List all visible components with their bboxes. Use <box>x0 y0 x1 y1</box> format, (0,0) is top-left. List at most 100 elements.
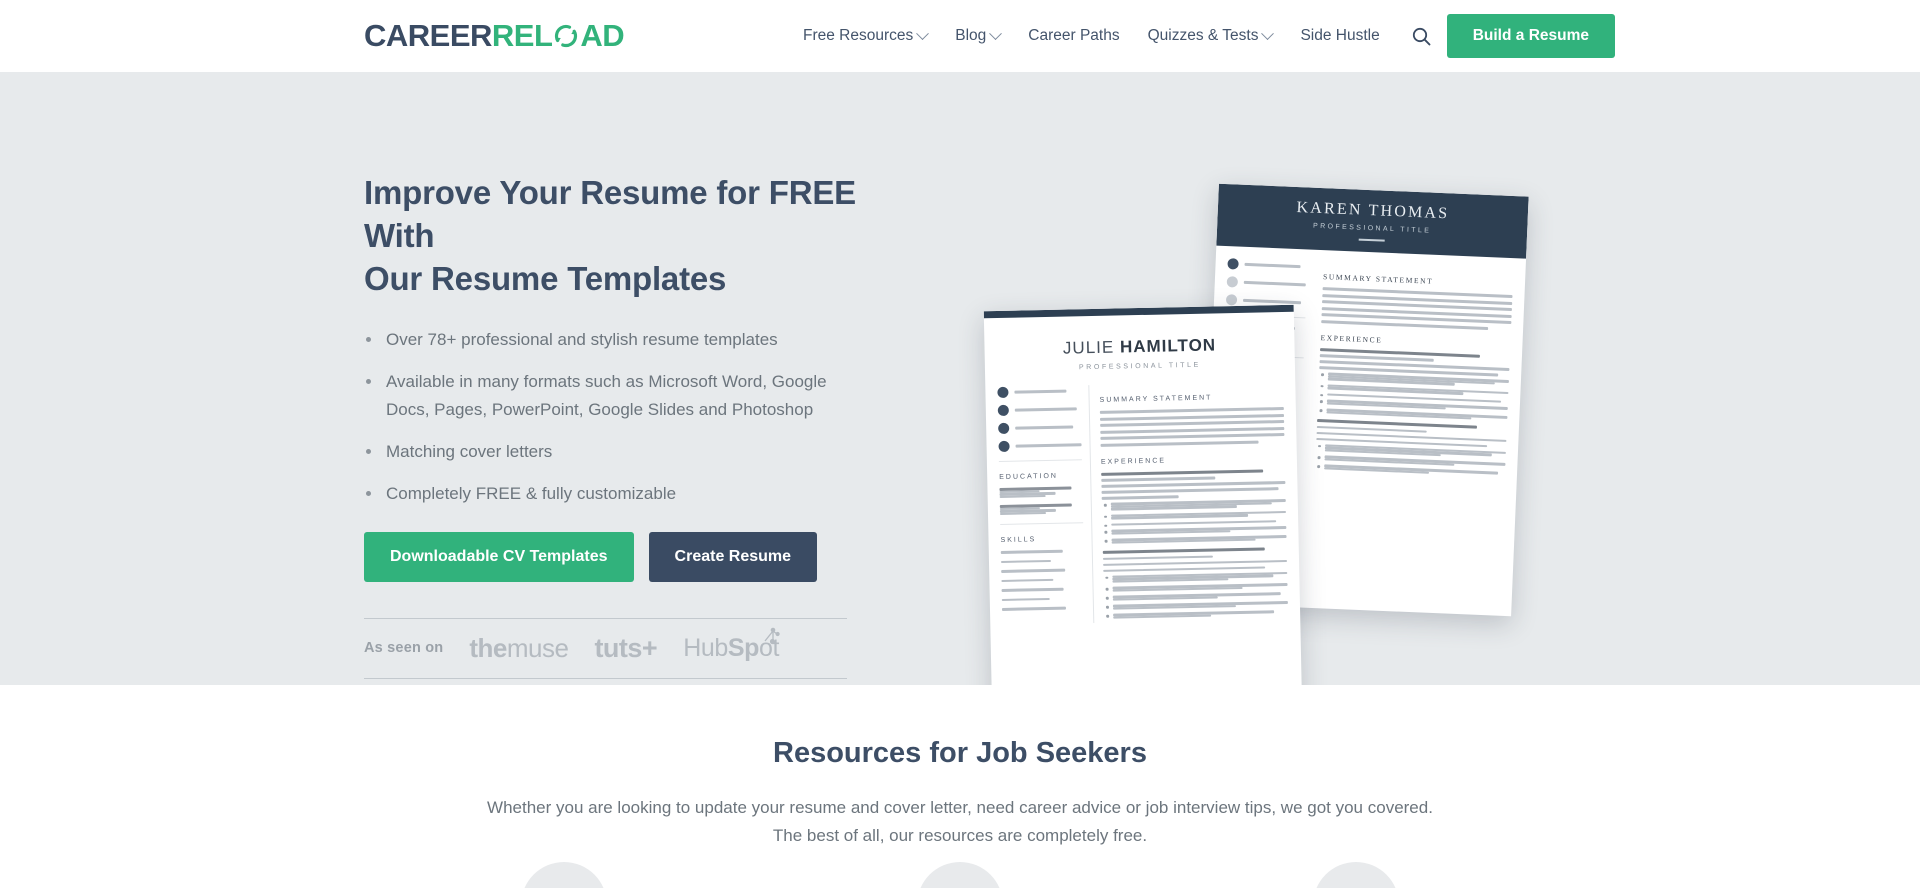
resume-body: EDUCATION SKILLS SUMMARY STATEMENT EXPER… <box>985 381 1300 626</box>
job-entry <box>1102 547 1288 572</box>
skill-item <box>1001 578 1084 582</box>
logo-text-ad: AD <box>580 18 625 53</box>
nav-label: Side Hustle <box>1300 27 1380 44</box>
location-icon <box>1225 294 1238 306</box>
header-container: CAREER REL AD Free Resources Blog Career P… <box>0 14 1920 58</box>
nav-item-quizzes-tests[interactable]: Quizzes & Tests <box>1134 26 1287 45</box>
resume-job-title: PROFESSIONAL TITLE <box>1078 361 1201 372</box>
job-bullets <box>1315 443 1506 476</box>
site-logo[interactable]: CAREER REL AD <box>364 18 625 54</box>
site-header: CAREER REL AD Free Resources Blog Career P… <box>0 0 1920 72</box>
phone-icon <box>997 386 1009 399</box>
resume-top-bar <box>983 304 1294 319</box>
hubspot-sp: Sp <box>727 633 760 662</box>
resource-icon-row <box>0 862 1920 888</box>
education-entry <box>999 503 1083 515</box>
logo-text-career: CAREER <box>364 18 492 53</box>
nav-item-free-resources[interactable]: Free Resources <box>789 26 941 45</box>
contact-row <box>998 421 1081 435</box>
bullet <box>1113 610 1288 619</box>
section-heading: EXPERIENCE <box>1100 457 1167 466</box>
bullet <box>1111 526 1287 535</box>
logo-text-rel: REL <box>491 18 553 53</box>
resume-name: KAREN THOMAS <box>1296 198 1450 222</box>
bullet <box>1112 600 1288 610</box>
job-entry <box>1101 468 1286 500</box>
bullet <box>1111 519 1286 526</box>
resume-divider <box>1358 238 1385 242</box>
themuse-bold: the <box>469 632 507 663</box>
bullet <box>1112 571 1288 583</box>
themuse-logo: the muse <box>469 632 569 664</box>
nav-item-side-hustle[interactable]: Side Hustle <box>1286 27 1393 45</box>
hero-content: Improve Your Resume for FREE With Our Re… <box>364 172 864 679</box>
section-heading: SKILLS <box>1000 536 1037 544</box>
bullet <box>1110 499 1286 511</box>
downloadable-cv-templates-button[interactable]: Downloadable CV Templates <box>364 531 634 582</box>
section-heading: SUMMARY STATEMENT <box>1099 394 1213 404</box>
as-seen-on-bar: As seen on the muse tuts+ Hub Sp ot <box>364 617 847 679</box>
section-heading: EXPERIENCE <box>1320 332 1383 345</box>
contact-text <box>1014 389 1067 394</box>
resume-first-name: JULIE <box>1062 337 1121 358</box>
location-icon <box>998 422 1010 435</box>
resume-preview-julie-hamilton[interactable]: JULIE HAMILTON PROFESSIONAL TITLE EDUCAT… <box>983 304 1303 685</box>
skill-item <box>1001 568 1084 573</box>
contact-text <box>1015 425 1074 430</box>
nav-label: Blog <box>955 27 987 44</box>
create-resume-button[interactable]: Create Resume <box>648 531 818 582</box>
resources-section: Resources for Job Seekers Whether you ar… <box>0 685 1920 888</box>
nav-label: Quizzes & Tests <box>1147 27 1259 44</box>
hero-title-line-2: Our Resume Templates <box>364 259 727 297</box>
hero-title-line-1: Improve Your Resume for FREE With <box>364 174 856 254</box>
resources-title: Resources for Job Seekers <box>773 737 1147 769</box>
themuse-light: muse <box>506 632 569 663</box>
resume-job-title: PROFESSIONAL TITLE <box>1312 222 1432 235</box>
email-icon <box>1226 276 1239 288</box>
search-icon[interactable] <box>1394 27 1447 46</box>
resume-sidebar: EDUCATION SKILLS <box>985 385 1095 626</box>
summary-paragraph <box>1321 287 1513 330</box>
skill-item <box>1001 597 1085 601</box>
hero-feature-list: Over 78+ professional and stylish resume… <box>364 326 864 508</box>
nav-item-blog[interactable]: Blog <box>941 26 1014 45</box>
resource-icon-circle[interactable] <box>521 862 607 888</box>
hubspot-logo: Hub Sp ot <box>683 627 780 663</box>
contact-text <box>1244 262 1301 269</box>
list-item: Over 78+ professional and stylish resume… <box>364 326 864 354</box>
resume-main-column: SUMMARY STATEMENT EXPERIENCE <box>1089 381 1300 623</box>
hubspot-hub: Hub <box>683 633 728 662</box>
list-item: Available in many formats such as Micros… <box>364 368 864 424</box>
contact-text <box>1014 407 1077 412</box>
recycle-loop-icon <box>553 23 579 49</box>
nav-label: Free Resources <box>802 27 914 44</box>
job-entry <box>1319 347 1510 377</box>
resources-subtitle-line-1: Whether you are looking to update your r… <box>487 798 1433 817</box>
hero-cta-group: Downloadable CV Templates Create Resume <box>364 531 864 582</box>
section-heading: SUMMARY STATEMENT <box>1322 272 1434 286</box>
resource-icon-circle[interactable] <box>917 862 1003 888</box>
linkedin-icon <box>998 440 1010 453</box>
resources-subtitle: Whether you are looking to update your r… <box>0 794 1920 849</box>
skill-item <box>1000 559 1084 563</box>
job-bullets <box>1102 499 1287 544</box>
job-bullets <box>1317 372 1509 421</box>
contact-row <box>997 385 1080 399</box>
resume-template-previews: KAREN THOMAS PROFESSIONAL TITLE SUMMARY … <box>975 183 1575 685</box>
tutsplus-logo: tuts+ <box>594 632 658 663</box>
email-icon <box>997 404 1009 417</box>
education-entry <box>999 486 1082 498</box>
job-entry <box>1316 419 1507 448</box>
skill-item <box>1001 587 1085 592</box>
build-a-resume-button[interactable]: Build a Resume <box>1446 14 1615 58</box>
main-navigation: Free Resources Blog Career Paths Quizzes… <box>789 14 1615 58</box>
nav-item-career-paths[interactable]: Career Paths <box>1014 27 1133 45</box>
divider <box>1000 522 1084 525</box>
resume-main-column: SUMMARY STATEMENT EXPERIENCE <box>1307 250 1526 482</box>
bullet <box>1112 592 1288 601</box>
resource-icon-circle[interactable] <box>1313 862 1399 888</box>
resume-name: JULIE HAMILTON <box>984 334 1294 360</box>
bullet <box>1111 534 1287 544</box>
contact-row <box>997 403 1081 417</box>
chevron-down-icon <box>916 26 930 40</box>
